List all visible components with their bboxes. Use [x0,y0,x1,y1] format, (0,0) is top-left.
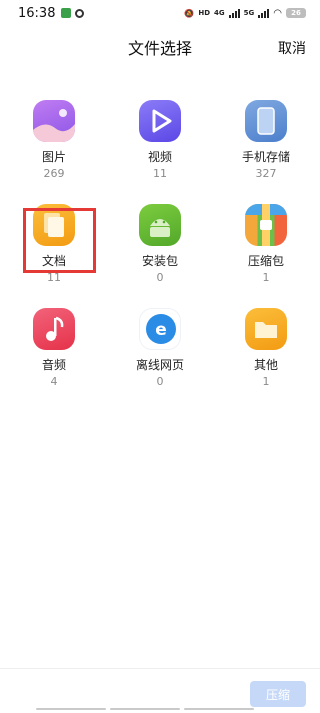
mute-icon: 🔕 [184,8,195,18]
category-offline-web[interactable]: e 离线网页 0 [115,308,205,398]
category-count: 11 [153,167,167,180]
nav-indicator [110,708,180,710]
category-count: 269 [43,167,65,180]
category-count: 1 [262,375,270,388]
svg-text:e: e [155,320,167,340]
hd-badge: HD [198,9,211,17]
category-count: 1 [262,271,270,284]
category-label: 其他 [253,358,278,372]
archive-icon [245,204,287,246]
image-icon [33,100,75,142]
category-audio[interactable]: 音频 4 [9,308,99,398]
wifi-icon: ◠ [273,7,282,19]
android-package-icon [139,204,181,246]
category-count: 0 [156,271,164,284]
category-label: 手机存储 [241,150,290,164]
network-4g-label: 4G [214,9,225,17]
status-time: 16:38 [18,5,56,21]
battery-icon: 26 [286,8,306,18]
notification-app-icon [61,8,72,18]
video-play-icon [139,100,181,142]
nav-indicator [184,708,254,710]
category-archives[interactable]: 压缩包 1 [221,204,311,294]
highlight-box [23,208,96,273]
title-bar: 文件选择 取消 [0,26,320,68]
category-count: 4 [50,375,58,388]
offline-web-icon: e [139,308,181,350]
folder-icon [245,308,287,350]
category-count: 0 [156,375,164,388]
category-label: 音频 [41,358,66,372]
compress-button[interactable]: 压缩 [250,681,306,707]
status-indicators: 🔕 HD 4G 5G ◠ 26 [184,8,306,19]
category-label: 压缩包 [247,254,284,268]
category-videos[interactable]: 视频 11 [115,100,205,190]
bottom-bar: 压缩 [0,668,320,713]
nav-indicator [36,708,106,710]
phone-storage-icon [245,100,287,142]
signal-icon-2 [258,8,270,18]
category-packages[interactable]: 安装包 0 [115,204,205,294]
category-phone-storage[interactable]: 手机存储 327 [221,100,311,190]
category-label: 视频 [147,150,172,164]
cancel-button[interactable]: 取消 [278,38,306,58]
status-bar: 16:38 🔕 HD 4G 5G ◠ 26 [0,0,320,26]
category-images[interactable]: 图片 269 [9,100,99,190]
category-count: 327 [255,167,277,180]
page-title: 文件选择 [127,39,192,58]
category-label: 离线网页 [135,358,184,372]
category-label: 图片 [41,150,66,164]
signal-icon [228,8,240,18]
category-label: 安装包 [141,254,178,268]
music-note-icon [33,308,75,350]
notification-q-icon [75,8,85,18]
category-other[interactable]: 其他 1 [221,308,311,398]
network-5g-label: 5G [243,9,255,17]
